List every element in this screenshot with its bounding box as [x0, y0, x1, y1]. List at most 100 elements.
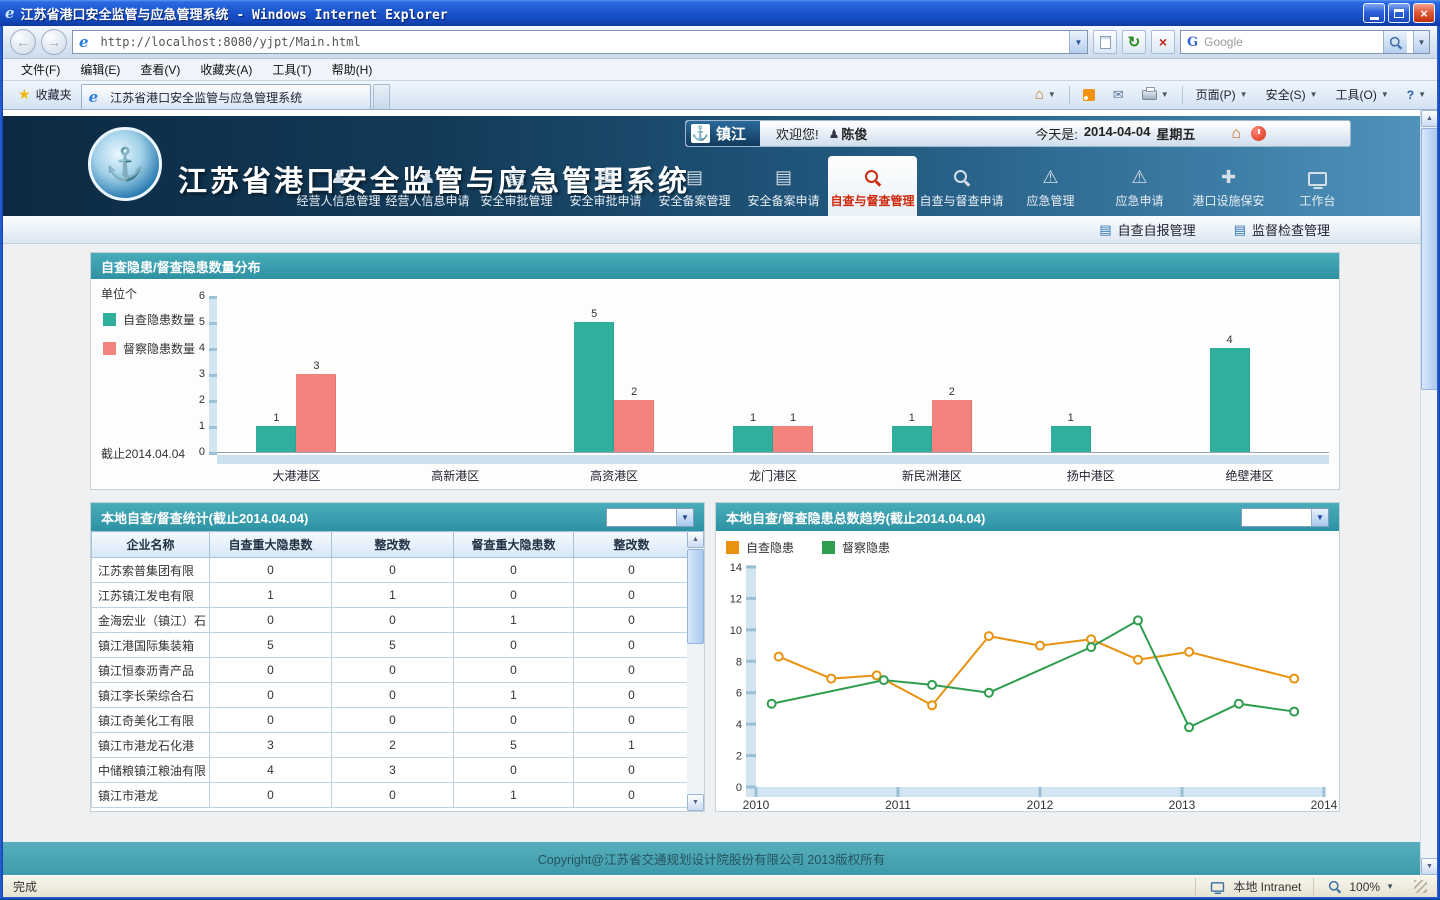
url-text[interactable]: http://localhost:8080/yjpt/Main.html — [101, 35, 1063, 49]
trend-filter-select[interactable]: ▼ — [1241, 508, 1329, 527]
nav-item-0[interactable]: ♟经营人信息管理 — [294, 156, 383, 216]
scrollbar-thumb[interactable] — [1421, 128, 1438, 390]
home-button[interactable]: ⌂▼ — [1030, 84, 1061, 105]
date-display: 今天是: 2014-04-04 星期五 — [1035, 124, 1195, 143]
table-row[interactable]: 镇江奇美化工有限0000 — [92, 708, 688, 733]
nav-item-11[interactable]: 工作台 — [1273, 156, 1362, 216]
page-menu-button[interactable]: 页面(P)▼ — [1191, 84, 1253, 105]
menu-item-0[interactable]: 文件(F) — [11, 58, 70, 81]
menu-item-2[interactable]: 查看(V) — [130, 58, 190, 81]
home-shortcut-icon[interactable]: ⌂ — [1231, 125, 1241, 143]
magnifier-icon — [864, 169, 881, 186]
search-options-button[interactable]: ▼ — [1413, 31, 1429, 53]
feeds-button[interactable] — [1078, 87, 1100, 103]
data-point — [985, 632, 993, 640]
y-tick — [209, 452, 217, 455]
bar-value-label: 1 — [256, 412, 296, 424]
nav-item-5[interactable]: ▤安全备案申请 — [739, 156, 828, 216]
company-name-cell: 金海宏业（镇江）石 — [92, 608, 210, 633]
table-row[interactable]: 镇江李长荣综合石0010 — [92, 683, 688, 708]
stop-button[interactable]: × — [1151, 30, 1175, 54]
stats-filter-select[interactable]: ▼ — [606, 508, 694, 527]
favorites-button[interactable]: ★ 收藏夹 — [9, 82, 81, 107]
resize-grip[interactable] — [1414, 880, 1427, 893]
intranet-icon — [1211, 882, 1224, 892]
trend-panel-title: 本地自查/督查隐患总数趋势(截止2014.04.04) — [726, 508, 985, 527]
close-button[interactable]: × — [1413, 3, 1435, 23]
subnav-item-1[interactable]: ▤监督检查管理 — [1234, 220, 1330, 239]
nav-item-6[interactable]: 自查与督查管理 — [828, 156, 917, 216]
table-row[interactable]: 镇江市港龙0010 — [92, 783, 688, 808]
menu-item-3[interactable]: 收藏夹(A) — [190, 58, 262, 81]
y-tick — [746, 723, 756, 726]
compatibility-button[interactable] — [1093, 30, 1117, 54]
minimize-button[interactable] — [1363, 3, 1385, 23]
menu-item-5[interactable]: 帮助(H) — [322, 58, 383, 81]
scrollbar-thumb[interactable] — [687, 549, 704, 644]
menu-item-4[interactable]: 工具(T) — [262, 58, 321, 81]
scroll-up-button[interactable]: ▲ — [1421, 110, 1438, 127]
table-row[interactable]: 中储粮镇江粮油有限4300 — [92, 758, 688, 783]
zoom-control[interactable]: 100% ▼ — [1313, 878, 1406, 896]
data-point — [1290, 708, 1298, 716]
chevron-down-icon[interactable]: ▼ — [1311, 509, 1328, 526]
nav-item-3[interactable]: ▤安全审批申请 — [561, 156, 650, 216]
rss-feed-icon — [1083, 89, 1095, 101]
menu-item-1[interactable]: 编辑(E) — [70, 58, 130, 81]
logout-icon[interactable] — [1251, 126, 1266, 141]
security-zone: 本地 Intranet — [1195, 878, 1313, 896]
zone-label: 本地 Intranet — [1233, 878, 1301, 895]
table-row[interactable]: 金海宏业（镇江）石0010 — [92, 608, 688, 633]
read-mail-button[interactable]: ✉ — [1108, 85, 1129, 105]
y-tick — [746, 754, 756, 757]
nav-item-8[interactable]: ⚠应急管理 — [1006, 156, 1095, 216]
back-button[interactable]: ← — [10, 29, 36, 55]
chevron-down-icon: ▼ — [1386, 882, 1394, 891]
help-menu-button[interactable]: ?▼ — [1402, 86, 1431, 104]
new-tab-button[interactable] — [373, 84, 390, 109]
table-row[interactable]: 镇江市港龙石化港3251 — [92, 733, 688, 758]
scroll-down-button[interactable]: ▼ — [687, 794, 704, 811]
nav-item-10[interactable]: ✚港口设施保安 — [1184, 156, 1273, 216]
bar-chart-panel: 自查隐患/督查隐患数量分布 单位个 自查隐患数量督察隐患数量 截止2014.04… — [90, 252, 1340, 490]
nav-item-9[interactable]: ⚠应急申请 — [1095, 156, 1184, 216]
table-row[interactable]: 江苏镇江发电有限1100 — [92, 583, 688, 608]
nav-item-4[interactable]: ▤安全备案管理 — [650, 156, 739, 216]
browser-scrollbar[interactable]: ▲ ▼ — [1420, 110, 1437, 875]
nav-item-2[interactable]: ▤安全审批管理 — [472, 156, 561, 216]
refresh-button[interactable]: ↻ — [1122, 30, 1146, 54]
maximize-button[interactable] — [1388, 3, 1410, 23]
table-scrollbar[interactable]: ▲ ▼ — [687, 531, 704, 811]
table-row[interactable]: 镇江港国际集装箱5500 — [92, 633, 688, 658]
x-tick-label: 2012 — [1027, 798, 1054, 811]
stats-panel: 本地自查/督查统计(截止2014.04.04) ▼ 企业名称自查重大隐患数整改数… — [90, 502, 705, 812]
y-tick — [209, 374, 217, 377]
search-button[interactable] — [1383, 31, 1407, 53]
warning-icon: ⚠ — [1131, 164, 1147, 186]
x-tick — [1181, 787, 1184, 797]
toolbar-right: ⌂▼ ✉ ▼ 页面(P)▼ 安全(S)▼ 工具(O)▼ ?▼ — [1030, 84, 1431, 109]
tools-menu-button[interactable]: 工具(O)▼ — [1330, 84, 1393, 105]
chevron-down-icon[interactable]: ▼ — [676, 509, 693, 526]
table-row[interactable]: 江苏索普集团有限0000 — [92, 558, 688, 583]
scroll-up-button[interactable]: ▲ — [687, 531, 704, 548]
nav-item-1[interactable]: ♟经营人信息申请 — [383, 156, 472, 216]
value-cell: 5 — [210, 633, 332, 658]
address-field[interactable]: e http://localhost:8080/yjpt/Main.html ▼ — [72, 30, 1088, 54]
forward-button[interactable]: → — [41, 29, 67, 55]
bar-supervision — [614, 400, 654, 452]
scroll-down-button[interactable]: ▼ — [1421, 858, 1438, 875]
address-dropdown-button[interactable]: ▼ — [1069, 31, 1087, 53]
table-row[interactable]: 镇江恒泰沥青产品0000 — [92, 658, 688, 683]
safety-menu-button[interactable]: 安全(S)▼ — [1261, 84, 1323, 105]
y-tick-label: 10 — [730, 625, 742, 637]
search-input[interactable]: G Google ▼ — [1180, 30, 1430, 54]
bar-value-label: 1 — [1051, 412, 1091, 424]
value-cell: 0 — [332, 558, 454, 583]
nav-item-7[interactable]: 自查与督查申请 — [917, 156, 1006, 216]
print-button[interactable]: ▼ — [1137, 88, 1174, 102]
document-icon: ▤ — [597, 164, 614, 186]
subnav-item-0[interactable]: ▤自查自报管理 — [1099, 220, 1195, 239]
value-cell: 0 — [574, 658, 688, 683]
tab-current-page[interactable]: e 江苏省港口安全监管与应急管理系统 — [81, 84, 371, 109]
